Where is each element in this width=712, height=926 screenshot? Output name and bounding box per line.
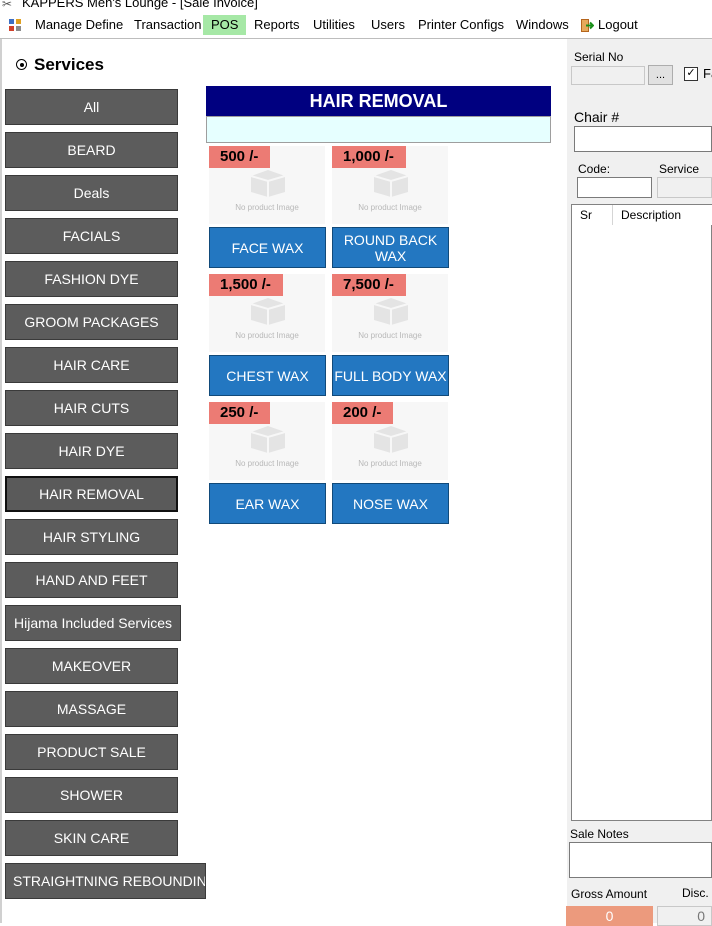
menu-utilities[interactable]: Utilities bbox=[308, 15, 360, 35]
menu-printer-configs[interactable]: Printer Configs bbox=[413, 15, 509, 35]
no-image-text: No product Image bbox=[235, 331, 299, 340]
sale-notes-field[interactable] bbox=[569, 842, 712, 878]
no-image-text: No product Image bbox=[358, 331, 422, 340]
product-nose-wax[interactable]: NOSE WAX bbox=[332, 483, 449, 524]
service-field[interactable] bbox=[657, 177, 712, 198]
no-image-box-icon bbox=[250, 426, 286, 453]
menu-users[interactable]: Users bbox=[366, 15, 410, 35]
grid-header-sr[interactable]: Sr bbox=[572, 205, 613, 225]
category-straightning-rebounding[interactable]: STRAIGHTNING REBOUNDING bbox=[5, 863, 206, 899]
no-image-text: No product Image bbox=[235, 203, 299, 212]
disc-field[interactable]: 0 bbox=[657, 906, 712, 926]
category-hair-cuts[interactable]: HAIR CUTS bbox=[5, 390, 178, 426]
serial-browse-button[interactable]: ... bbox=[648, 65, 673, 85]
group-title: HAIR REMOVAL bbox=[206, 86, 551, 116]
product-chest-wax[interactable]: CHEST WAX bbox=[209, 355, 326, 396]
no-image-text: No product Image bbox=[358, 459, 422, 468]
grid-header-description[interactable]: Description bbox=[613, 205, 712, 225]
invoice-items-grid[interactable]: Sr Description bbox=[571, 204, 712, 821]
no-image-text: No product Image bbox=[235, 459, 299, 468]
no-image-box-icon bbox=[250, 170, 286, 197]
category-massage[interactable]: MASSAGE bbox=[5, 691, 178, 727]
disc-label: Disc. bbox=[682, 886, 709, 900]
category-hijama[interactable]: Hijama Included Services bbox=[5, 605, 181, 641]
category-hair-removal[interactable]: HAIR REMOVAL bbox=[5, 476, 178, 512]
menu-transaction[interactable]: Transaction bbox=[129, 15, 206, 35]
product-image[interactable]: 1,500 /- No product Image bbox=[209, 274, 325, 352]
product-image[interactable]: 200 /- No product Image bbox=[332, 402, 448, 480]
menu-pos[interactable]: POS bbox=[203, 15, 247, 35]
logout-icon[interactable] bbox=[579, 18, 594, 33]
category-makeover[interactable]: MAKEOVER bbox=[5, 648, 178, 684]
sale-notes-label: Sale Notes bbox=[570, 827, 629, 841]
category-hair-care[interactable]: HAIR CARE bbox=[5, 347, 178, 383]
product-ear-wax[interactable]: EAR WAX bbox=[209, 483, 326, 524]
product-price: 7,500 /- bbox=[332, 274, 406, 296]
category-groom-packages[interactable]: GROOM PACKAGES bbox=[5, 304, 178, 340]
product-price: 1,000 /- bbox=[332, 146, 406, 168]
product-image[interactable]: 1,000 /- No product Image bbox=[332, 146, 448, 224]
menu-logout[interactable]: Logout bbox=[593, 15, 643, 35]
gross-amount-label: Gross Amount bbox=[571, 887, 648, 901]
category-shower[interactable]: SHOWER bbox=[5, 777, 178, 813]
product-image[interactable]: 250 /- No product Image bbox=[209, 402, 325, 480]
product-round-back-wax[interactable]: ROUND BACK WAX bbox=[332, 227, 449, 268]
no-image-box-icon bbox=[373, 426, 409, 453]
chair-field[interactable] bbox=[574, 126, 712, 152]
title-bar: ✂ KAPPERS Men's Lounge - [Sale Invoice] bbox=[0, 0, 712, 11]
product-face-wax[interactable]: FACE WAX bbox=[209, 227, 326, 268]
product-price: 500 /- bbox=[209, 146, 271, 168]
gross-amount-field[interactable]: 0 bbox=[566, 906, 653, 926]
category-all[interactable]: All bbox=[5, 89, 178, 125]
window-title: KAPPERS Men's Lounge - [Sale Invoice] bbox=[22, 0, 258, 10]
checkbox-label: Fa bbox=[703, 66, 712, 81]
category-facials[interactable]: FACIALS bbox=[5, 218, 178, 254]
category-product-sale[interactable]: PRODUCT SALE bbox=[5, 734, 178, 770]
serial-no-label: Serial No bbox=[574, 50, 624, 64]
group-filter-bar bbox=[206, 116, 551, 143]
no-image-box-icon bbox=[373, 298, 409, 325]
category-hair-dye[interactable]: HAIR DYE bbox=[5, 433, 178, 469]
category-hand-and-feet[interactable]: HAND AND FEET bbox=[5, 562, 178, 598]
product-price: 1,500 /- bbox=[209, 274, 283, 296]
services-header: Services bbox=[34, 55, 104, 74]
app-icon: ✂ bbox=[2, 0, 13, 11]
no-image-text: No product Image bbox=[358, 203, 422, 212]
product-full-body-wax[interactable]: FULL BODY WAX bbox=[332, 355, 449, 396]
category-hair-styling[interactable]: HAIR STYLING bbox=[5, 519, 178, 555]
no-image-box-icon bbox=[373, 170, 409, 197]
services-radio[interactable] bbox=[16, 59, 27, 70]
category-deals[interactable]: Deals bbox=[5, 175, 178, 211]
menu-windows[interactable]: Windows bbox=[511, 15, 574, 35]
service-label: Service bbox=[659, 162, 700, 176]
product-image[interactable]: 7,500 /- No product Image bbox=[332, 274, 448, 352]
category-beard[interactable]: BEARD bbox=[5, 132, 178, 168]
menu-manage-define[interactable]: Manage Define bbox=[30, 15, 128, 35]
menu-bar: Manage Define Transaction POS Reports Ut… bbox=[0, 12, 712, 39]
code-label: Code: bbox=[578, 162, 611, 176]
product-image[interactable]: 500 /- No product Image bbox=[209, 146, 325, 224]
category-fashion-dye[interactable]: FASHION DYE bbox=[5, 261, 178, 297]
serial-no-field[interactable] bbox=[571, 66, 645, 85]
app-menu-icon[interactable] bbox=[8, 18, 22, 32]
category-skin-care[interactable]: SKIN CARE bbox=[5, 820, 178, 856]
code-field[interactable] bbox=[577, 177, 652, 198]
no-image-box-icon bbox=[250, 298, 286, 325]
menu-reports[interactable]: Reports bbox=[249, 15, 305, 35]
product-price: 200 /- bbox=[332, 402, 394, 424]
product-price: 250 /- bbox=[209, 402, 271, 424]
chair-label: Chair # bbox=[574, 109, 620, 125]
checkbox[interactable]: ✓ bbox=[684, 67, 698, 81]
